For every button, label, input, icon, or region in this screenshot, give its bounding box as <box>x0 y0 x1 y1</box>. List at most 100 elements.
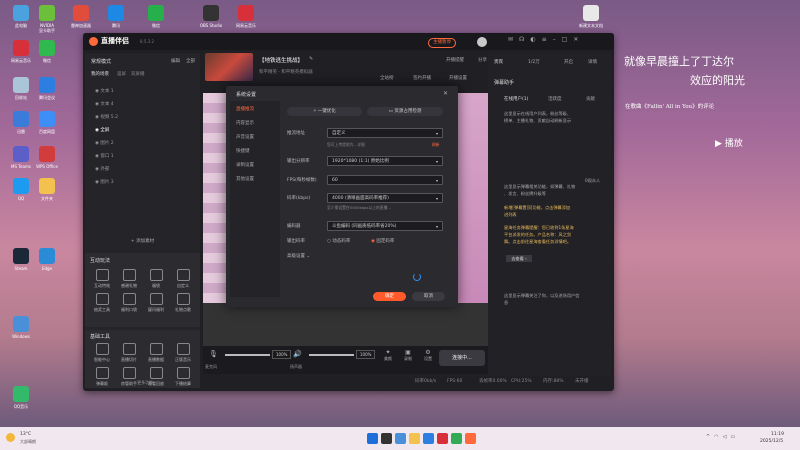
rate-fixed-radio[interactable]: ◉ 固定码率 <box>371 238 394 244</box>
desktop-icon[interactable]: 雷神加速器 <box>65 5 97 28</box>
scene-sub-dual[interactable]: 双屏播 <box>131 71 145 77</box>
desktop-icon[interactable]: WPS Office <box>31 146 63 169</box>
weather-icon[interactable] <box>6 433 15 442</box>
taskbar-app-icon[interactable] <box>381 433 392 444</box>
scene-sub-mine[interactable]: 我的场景 <box>91 71 109 77</box>
desktop-icon[interactable]: 文件夹 <box>31 178 63 201</box>
cancel-button[interactable]: 取消 <box>412 292 445 301</box>
scene-item[interactable]: ◉ 图片 2 <box>95 139 190 148</box>
tool-button[interactable]: 直播数据 <box>146 343 166 363</box>
field-select[interactable]: 4000 (清晰画面高码率推荐) ▾ <box>327 193 443 203</box>
dialog-nav-item[interactable]: 录制设置 <box>236 162 254 168</box>
right-sub-online[interactable]: 在线用户(1) <box>504 96 528 102</box>
confirm-button[interactable]: 确定 <box>373 292 406 301</box>
push-hint-link[interactable]: 刷新 <box>432 142 440 148</box>
scene-item[interactable]: ◉ 文本 1 <box>95 87 190 96</box>
scene-item[interactable]: ◉ 全屏 <box>95 126 190 135</box>
start-live-button[interactable]: 连接中... <box>439 350 485 366</box>
mic-slider[interactable] <box>225 354 270 356</box>
sub-action-setting[interactable]: 开播设置 <box>449 75 467 81</box>
edit-icon[interactable]: ✎ <box>309 56 313 62</box>
scene-item[interactable]: ◉ 文本 4 <box>95 100 190 109</box>
one-click-optimize-button[interactable]: ⚡ 一键优化 <box>287 107 362 116</box>
desktop-icon[interactable]: 网易云音乐 <box>230 5 262 28</box>
maximize-icon[interactable]: □ <box>562 36 574 43</box>
dialog-nav-item[interactable]: 声音设置 <box>236 134 254 140</box>
chat-icon[interactable]: ✉ <box>508 36 519 43</box>
tool-button[interactable]: 直播切片 <box>119 343 139 363</box>
clock-date[interactable]: 2025/12/5 <box>760 439 783 444</box>
resource-check-button[interactable]: ▭ 资源占用检测 <box>367 107 443 116</box>
tool-button[interactable]: 抽奖工具 <box>92 293 112 313</box>
speaker-slider[interactable] <box>309 354 354 356</box>
scene-item[interactable]: ◉ 视频 5.2 <box>95 113 190 122</box>
right-sub-contrib[interactable]: 贡献 <box>586 96 595 102</box>
field-select[interactable]: 斗鱼编码 (同画质低码率省20%) ▾ <box>327 221 443 231</box>
desktop-icon[interactable]: NVIDIA 显卡助手 <box>31 5 63 33</box>
mic-icon[interactable]: 🎙 <box>209 350 218 358</box>
sub-action-rank[interactable]: 全站榜 <box>380 75 394 81</box>
scene-tab-all[interactable]: 全部 <box>186 58 195 64</box>
taskbar-app-icon[interactable] <box>409 433 420 444</box>
tool-button[interactable]: 礼物点歌 <box>173 293 193 313</box>
battery-icon[interactable]: ▭ <box>730 434 739 440</box>
scene-item[interactable]: ◉ 外部 <box>95 165 190 174</box>
taskbar-app-icon[interactable] <box>395 433 406 444</box>
tool-button[interactable]: 自定义 <box>173 269 193 289</box>
taskbar-app-icon[interactable] <box>423 433 434 444</box>
desktop-icon[interactable]: 百度网盘 <box>31 111 63 134</box>
desktop-icon[interactable]: OBS Studio <box>195 5 227 28</box>
desktop-icon[interactable]: 微信 <box>31 40 63 63</box>
desktop-icon[interactable]: QQ音乐 <box>5 386 37 409</box>
headset-icon[interactable]: ☊ <box>519 36 530 43</box>
dialog-nav-item[interactable]: 快捷键 <box>236 148 250 154</box>
clock-time[interactable]: 11:19 <box>771 432 784 437</box>
weather-temp[interactable]: 13°C <box>20 432 31 437</box>
desktop-icon[interactable]: 腾讯 <box>100 5 132 28</box>
right-tab-detail[interactable]: 详情 <box>588 59 597 65</box>
dialog-close-icon[interactable]: ✕ <box>443 90 448 97</box>
tool-button[interactable]: 互动特效 <box>92 269 112 289</box>
stream-title[interactable]: 【地铁逃生挑战】 <box>259 56 303 64</box>
field-select[interactable]: 自定义 ▾ <box>327 128 443 138</box>
speaker-icon[interactable]: 🔊 <box>293 350 302 358</box>
scene-mode-dropdown[interactable]: 常规模式 <box>91 58 111 65</box>
menu-icon[interactable]: ≡ <box>542 36 553 43</box>
scene-tab-edit[interactable]: 编辑 <box>171 58 180 64</box>
top-action-share[interactable]: 分享 <box>478 57 487 63</box>
more-tools-button[interactable]: ⋯ 更多功能 <box>85 380 200 386</box>
taskbar-app-icon[interactable] <box>437 433 448 444</box>
speaker-volume[interactable]: 100% <box>356 350 376 359</box>
desktop-icon[interactable]: Edge <box>31 248 63 271</box>
right-sub-active[interactable]: 活跃度 <box>548 96 562 102</box>
tool-button[interactable]: 智能中心 <box>92 343 112 363</box>
tool-button[interactable]: 福利口袋 <box>119 293 139 313</box>
beauty-button[interactable]: ✦ 美颜 <box>381 349 395 362</box>
tool-button[interactable]: 疑问福利 <box>146 293 166 313</box>
mic-volume[interactable]: 100% <box>272 350 292 359</box>
wifi-icon[interactable]: ◠ <box>714 434 722 440</box>
close-icon[interactable]: ✕ <box>573 36 584 43</box>
settings-button[interactable]: ⚙ 设置 <box>421 349 435 362</box>
desktop-icon[interactable]: 微信 <box>140 5 172 28</box>
top-action-remind[interactable]: 开播提醒 <box>446 57 464 63</box>
tool-button[interactable]: 正版音乐 <box>173 343 193 363</box>
chevron-up-icon[interactable]: ^ <box>706 434 714 440</box>
scene-item[interactable]: ◉ 图片 3 <box>95 178 190 187</box>
advanced-settings-toggle[interactable]: 高级设置 ⌄ <box>287 253 310 259</box>
right-tab-vip[interactable]: 贵宾 <box>494 59 503 65</box>
scene-sub-vertical[interactable]: 竖屏 <box>117 71 126 77</box>
tool-button[interactable]: 感谢礼物 <box>119 269 139 289</box>
skin-icon[interactable]: ◐ <box>530 36 541 43</box>
sub-action-sign[interactable]: 签约开播 <box>413 75 431 81</box>
desktop-icon[interactable]: Windows <box>5 316 37 339</box>
dialog-nav-item[interactable]: 内容显示 <box>236 120 254 126</box>
live-status-badge[interactable]: 主播暂停 <box>428 38 456 48</box>
desktop-icon[interactable]: 新建文本文档 <box>575 5 607 28</box>
weather-desc[interactable]: 大部晴朗 <box>20 439 36 445</box>
scene-item[interactable]: ◉ 窗口 1 <box>95 152 190 161</box>
record-button[interactable]: ▣ 录制 <box>401 349 415 362</box>
taskbar-app-icon[interactable] <box>367 433 378 444</box>
right-tab-count[interactable]: 1/2万 <box>528 59 540 65</box>
field-select[interactable]: 60 ▾ <box>327 175 443 185</box>
